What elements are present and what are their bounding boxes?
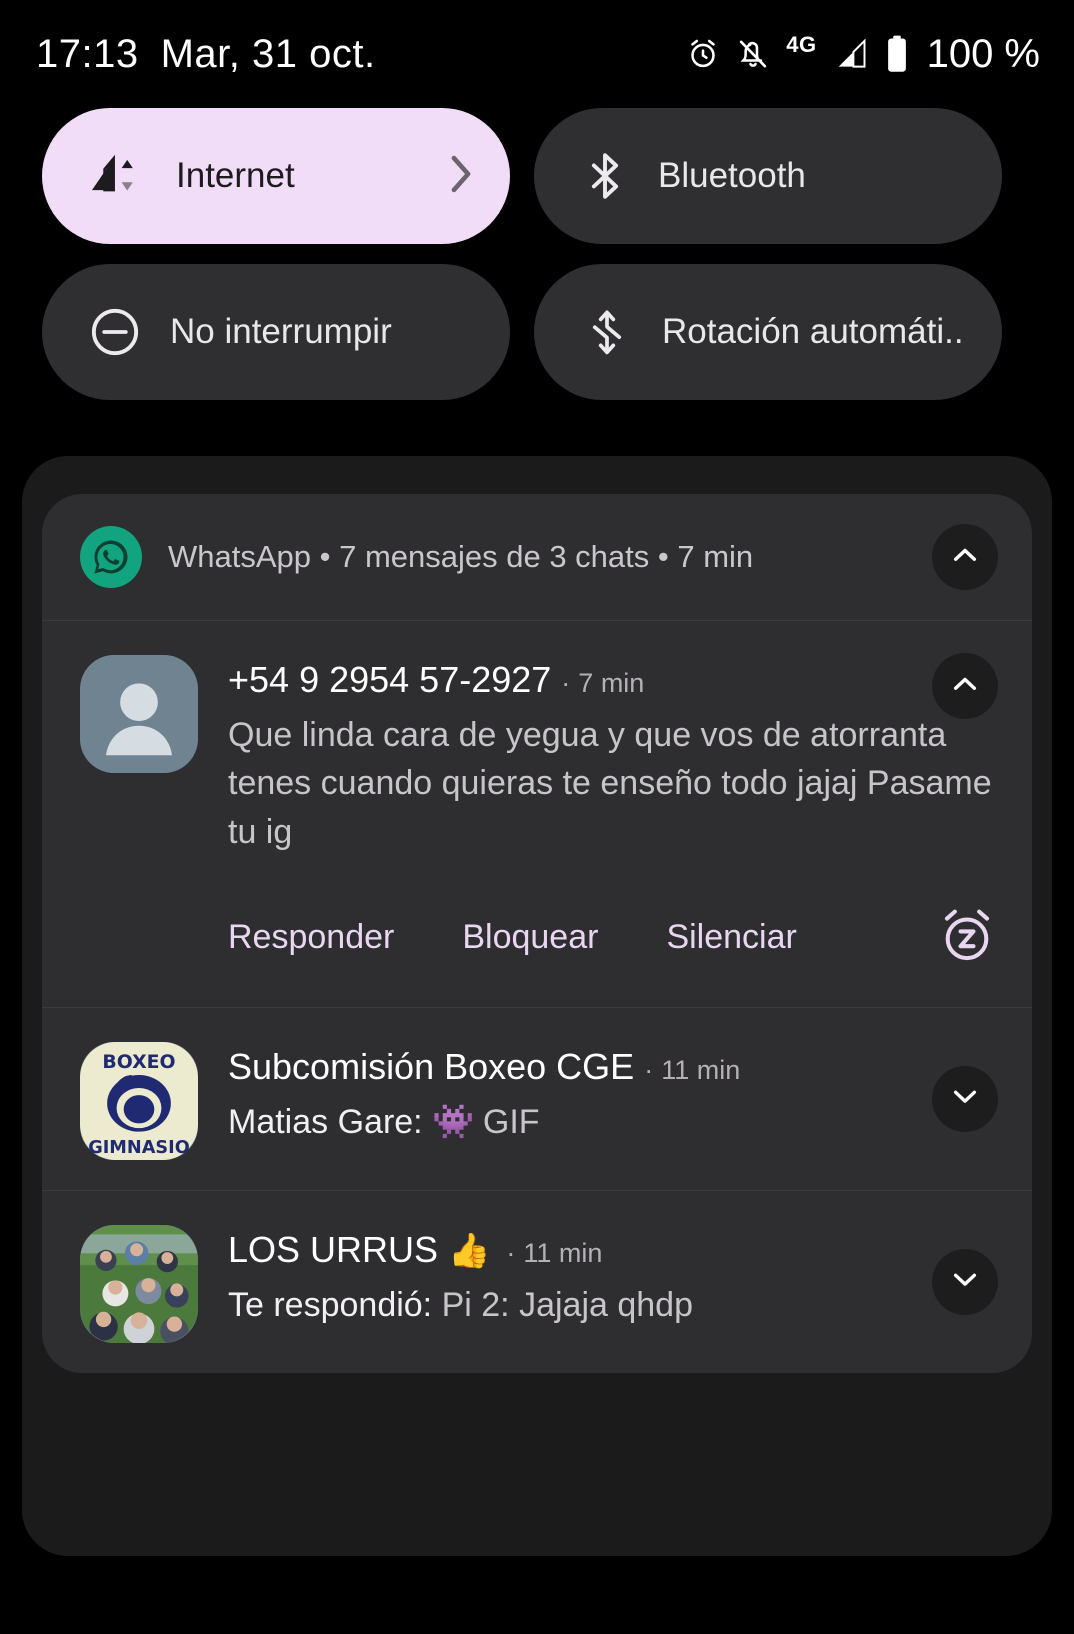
- group-photo-avatar: [80, 1224, 198, 1343]
- qs-tile-label-bluetooth: Bluetooth: [658, 156, 806, 195]
- chevron-down-icon: [948, 1079, 982, 1118]
- notification-sender: LOS URRUS: [228, 1228, 439, 1270]
- qs-tile-internet[interactable]: Internet: [42, 108, 510, 244]
- qs-tile-do-not-disturb[interactable]: No interrumpir: [42, 264, 510, 400]
- notification-group-header[interactable]: WhatsApp • 7 mensajes de 3 chats • 7 min: [42, 494, 1032, 620]
- status-bar-left: 17:13 Mar, 31 oct.: [36, 32, 376, 77]
- notification-title-row: Subcomisión Boxeo CGE · 11 min: [228, 1046, 998, 1088]
- alarm-icon: [686, 37, 720, 71]
- auto-rotate-icon: [582, 306, 632, 358]
- expand-notification-button[interactable]: [932, 1248, 998, 1315]
- status-bar-right: 4G 100 %: [686, 32, 1040, 77]
- expand-notification-button[interactable]: [932, 1065, 998, 1132]
- notification-message: Que linda cara de yegua y que vos de ato…: [228, 716, 992, 851]
- notification-message-body: Pi 2: Jajaja qhdp: [441, 1285, 693, 1324]
- notification-timestamp: · 11 min: [644, 1054, 741, 1085]
- notification-timestamp: · 11 min: [506, 1237, 603, 1268]
- notification-group-summary: WhatsApp • 7 mensajes de 3 chats • 7 min: [168, 539, 754, 574]
- notification-message-sender: Matias Gare:: [228, 1102, 423, 1141]
- block-action-button[interactable]: Bloquear: [462, 918, 598, 957]
- qs-tile-bluetooth[interactable]: Bluetooth: [534, 108, 1002, 244]
- quick-settings-panel: Internet Bluetooth No interrumpir Rotaci…: [0, 108, 1074, 400]
- default-contact-avatar: [80, 655, 198, 773]
- notification-actions: Responder Bloquear Silenciar: [228, 904, 998, 977]
- notification-message: Te respondió: Pi 2: Jajaja qhdp: [228, 1281, 998, 1329]
- chevron-right-icon[interactable]: [446, 151, 476, 202]
- svg-text:BOXEO: BOXEO: [102, 1051, 175, 1073]
- status-bar-date: Mar, 31 oct.: [160, 31, 376, 76]
- notification-content: LOS URRUS 👍 · 11 min Te respondió: Pi 2: …: [228, 1225, 998, 1343]
- signal-cellular-icon: [90, 154, 146, 198]
- status-bar-clock: 17:13: [36, 31, 139, 76]
- status-bar: 17:13 Mar, 31 oct. 4G 100 %: [0, 0, 1074, 108]
- notification-sender: Subcomisión Boxeo CGE: [228, 1045, 635, 1087]
- qs-tile-auto-rotate[interactable]: Rotación automáti..: [534, 264, 1002, 400]
- notification-title-row: LOS URRUS 👍 · 11 min: [228, 1229, 998, 1271]
- notification-group-whatsapp: WhatsApp • 7 mensajes de 3 chats • 7 min: [42, 494, 1032, 1373]
- do-not-disturb-icon: [90, 307, 140, 357]
- notification-message: Matias Gare: 👾 GIF: [228, 1098, 998, 1146]
- notifications-off-icon: [736, 37, 770, 71]
- svg-text:GIMNASIO: GIMNASIO: [88, 1138, 190, 1158]
- collapse-group-button[interactable]: [932, 524, 998, 590]
- network-type-label: 4G: [786, 32, 817, 57]
- chevron-up-icon: [948, 667, 982, 706]
- whatsapp-icon: [80, 526, 142, 588]
- notification-message-body: GIF: [482, 1102, 540, 1141]
- boxeo-gimnasio-logo-avatar: BOXEO GIMNASIO: [80, 1041, 198, 1160]
- qs-tile-label-auto-rotate: Rotación automáti..: [662, 312, 964, 351]
- chevron-down-icon: [948, 1262, 982, 1301]
- collapse-notification-button[interactable]: [932, 653, 998, 719]
- battery-icon: [885, 35, 909, 73]
- snooze-button[interactable]: [936, 904, 998, 971]
- notification-item[interactable]: BOXEO GIMNASIO Subcomisión Boxeo CGE · 11…: [42, 1008, 1032, 1190]
- snooze-alarm-icon: [936, 904, 998, 971]
- notification-sender: +54 9 2954 57-2927: [228, 659, 552, 700]
- notification-content: Subcomisión Boxeo CGE · 11 min Matias Gar…: [228, 1042, 998, 1160]
- notification-title-row: +54 9 2954 57-2927 · 7 min: [228, 659, 998, 701]
- notification-item[interactable]: LOS URRUS 👍 · 11 min Te respondió: Pi 2: …: [42, 1191, 1032, 1373]
- notification-shade: WhatsApp • 7 mensajes de 3 chats • 7 min: [22, 456, 1052, 1556]
- alien-monster-emoji: 👾: [432, 1102, 474, 1141]
- qs-tile-label-do-not-disturb: No interrumpir: [170, 312, 392, 351]
- bluetooth-icon: [582, 150, 628, 202]
- notification-content: +54 9 2954 57-2927 · 7 min Que linda cara…: [228, 655, 998, 977]
- thumbs-up-emoji: 👍: [448, 1231, 491, 1270]
- signal-icon: [833, 36, 869, 72]
- notification-message-prefix: Te respondió:: [228, 1285, 433, 1324]
- notification-item[interactable]: +54 9 2954 57-2927 · 7 min Que linda cara…: [42, 621, 1032, 1007]
- qs-tile-label-internet: Internet: [176, 156, 295, 195]
- reply-action-button[interactable]: Responder: [228, 918, 394, 957]
- notification-timestamp: · 7 min: [561, 668, 645, 698]
- mute-action-button[interactable]: Silenciar: [666, 918, 796, 957]
- chevron-up-icon: [948, 538, 982, 577]
- battery-percent-label: 100 %: [926, 31, 1040, 76]
